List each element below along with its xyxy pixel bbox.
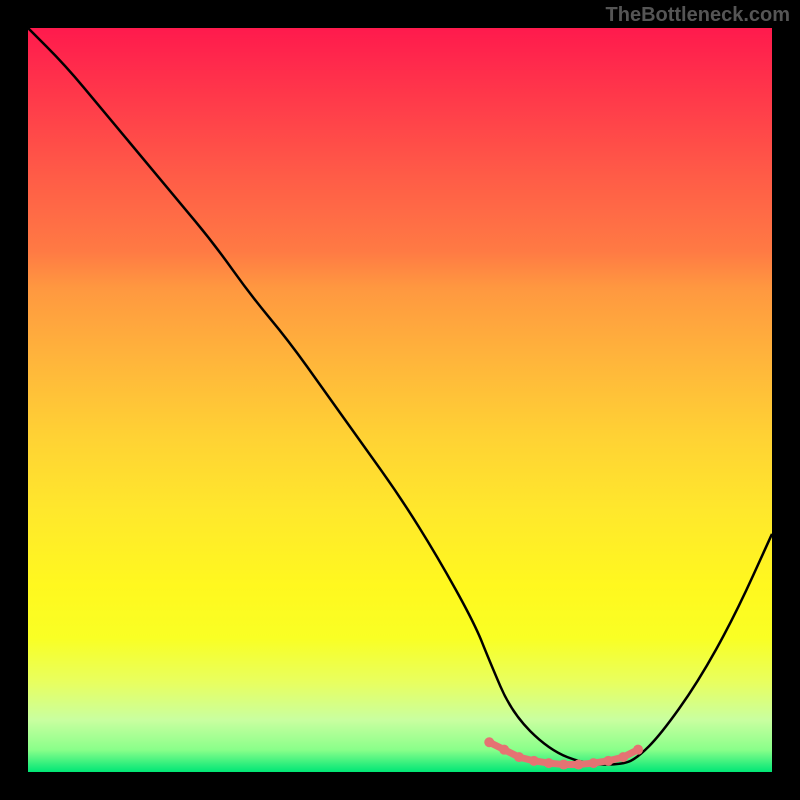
chart-svg xyxy=(28,28,772,772)
plot-area xyxy=(28,28,772,772)
bottleneck-curve xyxy=(28,28,772,765)
optimal-marker-segment xyxy=(623,750,638,757)
chart-container: TheBottleneck.com xyxy=(0,0,800,800)
series-group xyxy=(28,28,772,770)
watermark-text: TheBottleneck.com xyxy=(606,4,790,27)
